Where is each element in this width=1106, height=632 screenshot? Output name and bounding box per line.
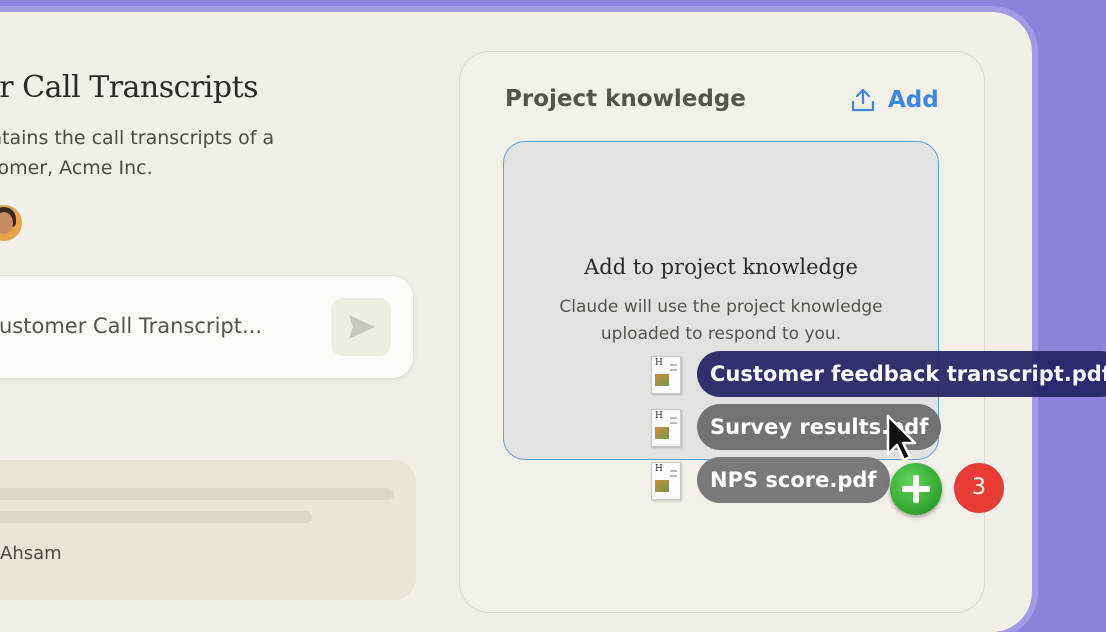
drop-desc-line: Claude will use the project knowledge bbox=[559, 297, 883, 317]
panel-title: Project knowledge bbox=[505, 86, 746, 112]
file-pdf-icon: H bbox=[651, 462, 681, 500]
send-icon bbox=[349, 315, 375, 339]
text-placeholder-bar bbox=[0, 511, 312, 523]
upload-icon bbox=[851, 88, 875, 112]
project-description-line: tomer, Acme Inc. bbox=[0, 157, 153, 179]
dragged-file-name[interactable]: Customer feedback transcript.pdf bbox=[697, 351, 1106, 397]
chat-preview-card[interactable]: Ahsam bbox=[0, 460, 416, 600]
send-button[interactable] bbox=[331, 298, 391, 356]
project-title: er Call Transcripts bbox=[0, 70, 259, 105]
add-knowledge-button[interactable]: Add bbox=[850, 84, 939, 116]
project-description: ntains the call transcripts of a tomer, … bbox=[0, 123, 350, 183]
chat-author: Ahsam bbox=[0, 543, 62, 564]
text-placeholder-bar bbox=[0, 488, 394, 500]
drop-zone-description: Claude will use the project knowledge up… bbox=[503, 294, 939, 348]
file-pdf-icon: H bbox=[651, 409, 681, 447]
add-label: Add bbox=[888, 87, 939, 113]
dragged-file-name[interactable]: NPS score.pdf bbox=[697, 457, 890, 503]
project-description-line: ntains the call transcripts of a bbox=[0, 127, 275, 149]
chat-input-text: ustomer Call Transcript... bbox=[0, 314, 262, 338]
file-pdf-icon: H bbox=[651, 356, 681, 394]
drop-desc-line: uploaded to respond to you. bbox=[600, 324, 842, 344]
cursor-icon bbox=[886, 414, 917, 462]
file-count-badge: 3 bbox=[954, 463, 1004, 513]
plus-icon bbox=[890, 463, 942, 515]
drop-zone-title: Add to project knowledge bbox=[584, 255, 858, 279]
chat-input[interactable]: ustomer Call Transcript... bbox=[0, 275, 414, 379]
